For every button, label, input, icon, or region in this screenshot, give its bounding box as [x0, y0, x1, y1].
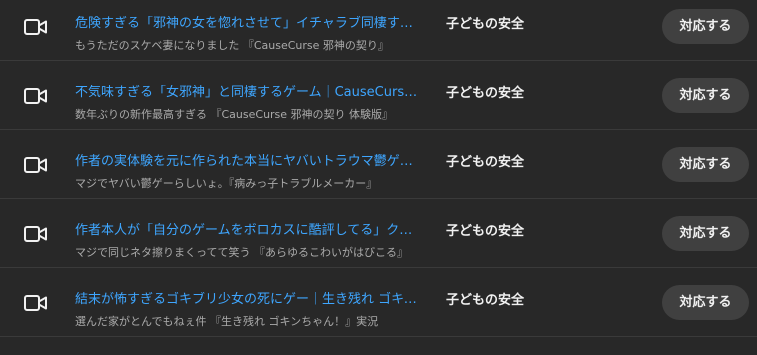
category-label: 子どもの安全	[446, 293, 525, 308]
respond-button[interactable]: 対応する	[662, 216, 749, 251]
respond-button[interactable]: 対応する	[662, 9, 749, 44]
category-label: 子どもの安全	[446, 155, 525, 170]
video-description: マジでヤバい鬱ゲーらしいょ。『病みっ子トラブルメーカー』	[75, 177, 378, 190]
list-item: 作者の実体験を元に作られた本当にヤバいトラウマ鬱ゲーム マジでヤバい鬱ゲーらしい…	[0, 130, 757, 199]
category-label: 子どもの安全	[446, 224, 525, 239]
video-description: 数年ぶりの新作最高すぎる 『CauseCurse 邪神の契り 体験版』	[75, 108, 394, 121]
list-item: 不気味すぎる「女邪神」と同棲するゲーム｜CauseCurse 邪神の契り 数年ぶ…	[0, 61, 757, 130]
category-label: 子どもの安全	[446, 86, 525, 101]
video-description: マジで同じネタ擦りまくってて笑う 『あらゆるこわいがはびこる』	[75, 246, 408, 259]
list-item: 作者本人が「自分のゲームをボロカスに酷評してる」クソゲー マジで同じネタ擦りまく…	[0, 199, 757, 268]
list-item: 危険すぎる「邪神の女を惚れさせて」イチャラブ同棲するゲーム｜CauseCurse…	[0, 0, 757, 61]
video-title-link[interactable]: 作者の実体験を元に作られた本当にヤバいトラウマ鬱ゲーム	[75, 154, 425, 170]
respond-button[interactable]: 対応する	[662, 78, 749, 113]
video-camera-icon	[24, 225, 48, 243]
video-title-link[interactable]: 結末が怖すぎるゴキブリ少女の死にゲー｜生き残れ ゴキンちゃん	[75, 292, 425, 308]
list-item: 結末が怖すぎるゴキブリ少女の死にゲー｜生き残れ ゴキンちゃん 選んだ家がとんでも…	[0, 268, 757, 337]
category-label: 子どもの安全	[446, 17, 525, 32]
video-camera-icon	[24, 294, 48, 312]
video-title-link[interactable]: 作者本人が「自分のゲームをボロカスに酷評してる」クソゲー	[75, 223, 425, 239]
respond-button[interactable]: 対応する	[662, 285, 749, 320]
video-title-link[interactable]: 不気味すぎる「女邪神」と同棲するゲーム｜CauseCurse 邪神の契り	[75, 85, 425, 101]
video-camera-icon	[24, 87, 48, 105]
video-camera-icon	[24, 18, 48, 36]
video-title-link[interactable]: 危険すぎる「邪神の女を惚れさせて」イチャラブ同棲するゲーム｜CauseCurse…	[75, 16, 425, 32]
video-description: もうただのスケベ妻になりました 『CauseCurse 邪神の契り』	[75, 39, 389, 52]
video-camera-icon	[24, 156, 48, 174]
video-description: 選んだ家がとんでもねぇ件 『生き残れ ゴキンちゃん！』実況	[75, 315, 379, 328]
video-list: 危険すぎる「邪神の女を惚れさせて」イチャラブ同棲するゲーム｜CauseCurse…	[0, 0, 757, 355]
respond-button[interactable]: 対応する	[662, 147, 749, 182]
